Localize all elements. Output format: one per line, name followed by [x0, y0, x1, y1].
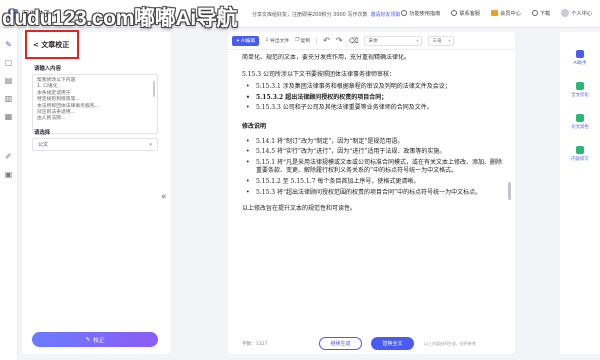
customer-service-label: 联系客服 — [459, 10, 481, 17]
clear-format-icon[interactable]: ⌫ — [349, 37, 359, 45]
polish-icon — [576, 114, 584, 122]
profile-button[interactable]: 个人中心 — [561, 9, 592, 17]
download-button[interactable]: 下载 — [531, 10, 551, 17]
help-circle-icon — [401, 10, 408, 16]
calendar-icon[interactable]: ▣ — [4, 170, 13, 179]
book-icon[interactable]: ▥ — [4, 94, 13, 103]
download-icon — [531, 10, 538, 16]
correction-panel: < 文章校正 请输入内容 帮我修改以下内容 1. 口语化 本条规定适用于 特定规… — [22, 32, 170, 354]
char-count: 字数：1327 — [242, 342, 268, 347]
style-label: 请选择 — [34, 130, 51, 136]
content-scrollbar[interactable] — [153, 81, 155, 97]
document-icon[interactable]: ▤ — [4, 76, 13, 85]
vip-center-label: 会员中心 — [500, 10, 521, 17]
left-icon-rail: ✎ ▢ ▤ ▥ ▦ ✐ ▣ — [0, 28, 18, 360]
font-family-value: 宋体 — [368, 38, 378, 44]
doc-bullet: 5.15.3.3 公司和子公司及其他法律重要等业务律师的合同及文件。 — [242, 104, 504, 113]
optimize-button[interactable]: 全文优化 — [560, 82, 600, 98]
help-guide-label: 功能使用指南 — [409, 10, 441, 17]
document-body[interactable]: 简单化、规范的文本，要充分发挥作用，充分重视精确法律化。 5.15.3 公司所涉… — [242, 54, 504, 322]
chat-icon[interactable]: ▢ — [4, 58, 13, 67]
chevron-down-icon: ▾ — [416, 38, 419, 43]
font-family-select[interactable]: 宋体 ▾ — [364, 35, 423, 46]
continue-writing-icon — [576, 146, 584, 154]
ai-assistant-icon — [576, 50, 584, 58]
editor: ✦ AI编辑 ⇩ 导出文件 ❐ 复制 ↶ ↷ ⌫ 宋体 ▾ 三号 ▾ 简单化、规范的… — [228, 32, 515, 354]
chevron-down-icon: ▾ — [149, 141, 152, 148]
doc-bullet: 5.15.3 将“超出法律顾问授权范围的权责的项目合同”中的标点符号统一为中文标… — [242, 189, 504, 198]
download-label: 下载 — [539, 10, 551, 17]
highlight-box — [25, 30, 79, 59]
font-size-select[interactable]: 三号 ▾ — [428, 35, 455, 46]
doc-paragraph: 简单化、规范的文本，要充分发挥作用，充分重视精确法律化。 — [242, 54, 411, 61]
editor-footer: 字数：1327 继续生成 替换全文 以上内容由AI生成，仅供参考 — [228, 332, 515, 354]
right-tool-rail: AI助手 全文优化 论文润色 内容续写 — [560, 32, 600, 354]
continue-generate-button[interactable]: 继续生成 — [319, 337, 362, 350]
doc-bullet: 5.15.1 将“凡是采用法律规模或文本或公司标准合同模式，或在有关文本上修改、… — [242, 159, 504, 176]
avatar-icon — [561, 9, 570, 17]
doc-bullet: 5.15.1.2 至 5.15.1.7 每个条目首加上序号，使格式更清晰。 — [242, 178, 504, 187]
content-line: 由人民法院... — [37, 116, 66, 122]
vip-crown-icon — [491, 10, 499, 16]
font-size-value: 三号 — [432, 38, 442, 44]
export-button[interactable]: ⇩ 导出文件 — [265, 37, 289, 44]
doc-paragraph: 以上修改旨在提升文本的规范性和可读性。 — [242, 205, 357, 213]
submit-correction-button[interactable]: ✎ 校正 — [32, 332, 158, 347]
copy-label: 复制 — [300, 39, 311, 44]
profile-label: 个人中心 — [571, 10, 592, 17]
continue-writing-label: 内容续写 — [571, 157, 589, 162]
polish-label: 论文润色 — [571, 125, 589, 130]
style-select[interactable]: 公文 ▾ — [32, 138, 158, 151]
ai-assistant-button[interactable]: AI助手 — [560, 50, 600, 66]
style-select-value: 公文 — [38, 142, 49, 148]
collapse-panel-button[interactable]: « — [161, 192, 167, 202]
promo-notice: 分享文库给好友，注册即得200积分 3000 写作次数 邀请好友领取 — [252, 11, 400, 18]
note-icon[interactable]: ▦ — [4, 112, 13, 121]
wand-icon: ✎ — [85, 336, 91, 343]
edit-icon[interactable]: ✐ — [4, 152, 13, 161]
toolbar-divider — [316, 36, 318, 45]
ai-edit-button[interactable]: ✦ AI编辑 — [232, 35, 259, 46]
editor-scrollbar[interactable] — [508, 182, 511, 200]
help-guide-button[interactable]: 功能使用指南 — [401, 10, 440, 17]
replace-all-button[interactable]: 替换全文 — [371, 337, 414, 350]
promo-notice-text: 分享文库给好友，注册即得200积分 3000 写作次数 — [252, 12, 368, 18]
doc-bullet: 5.14.5 将“实行”改为“进行”，因为“进行”适用于法规、政策等的实施。 — [242, 148, 504, 157]
doc-bullet: 5.14.1 将“制订”改为“制定”，因为“制定”是规范用语。 — [242, 138, 504, 147]
content-input[interactable]: 帮我修改以下内容 1. 口语化 本条规定适用于 特定规则和情景等... 本法所称… — [32, 74, 158, 134]
top-actions: 功能使用指南 联系客服 会员中心 下载 个人中心 — [401, 9, 592, 17]
vip-center-button[interactable]: 会员中心 — [491, 10, 521, 17]
editor-toolbar: ✦ AI编辑 ⇩ 导出文件 ❐ 复制 ↶ ↷ ⌫ 宋体 ▾ 三号 ▾ — [228, 32, 515, 50]
doc-paragraph: 5.15.3 公司所涉以下文书要按照团体法律事务律师审核： — [242, 70, 395, 78]
copy-icon: ❐ — [295, 38, 300, 43]
export-icon: ⇩ — [265, 38, 270, 43]
export-label: 导出文件 — [270, 39, 290, 44]
doc-subtitle: 修改说明 — [242, 122, 267, 130]
ai-disclaimer: 以上内容由AI生成，仅供参考 — [424, 341, 476, 346]
ai-assistant-label: AI助手 — [573, 61, 587, 66]
headset-icon — [451, 10, 458, 16]
customer-service-button[interactable]: 联系客服 — [451, 10, 480, 17]
continue-writing-button[interactable]: 内容续写 — [560, 146, 600, 162]
submit-correction-label: 校正 — [93, 337, 105, 344]
content-label: 请输入内容 — [34, 66, 61, 72]
optimize-icon — [576, 82, 584, 90]
watermark-text: dudu123.com嘟嘟Ai导航 — [2, 7, 238, 30]
pen-icon[interactable]: ✎ — [4, 40, 13, 49]
doc-bullet: 5.15.3.1 涉及集团法律事务和根据章程的审议及列明的法律文件及会议； — [242, 83, 504, 92]
doc-bullet: 5.15.3.2 超出法律顾问授权的权责的项目合同； — [242, 94, 504, 103]
redo-icon[interactable]: ↷ — [336, 36, 343, 45]
chevron-down-icon: ▾ — [448, 38, 451, 43]
undo-icon[interactable]: ↶ — [323, 36, 330, 45]
copy-button[interactable]: ❐ 复制 — [295, 37, 310, 44]
invite-friends-link[interactable]: 邀请好友领取 — [370, 12, 400, 18]
optimize-label: 全文优化 — [571, 93, 589, 98]
polish-button[interactable]: 论文润色 — [560, 114, 600, 130]
